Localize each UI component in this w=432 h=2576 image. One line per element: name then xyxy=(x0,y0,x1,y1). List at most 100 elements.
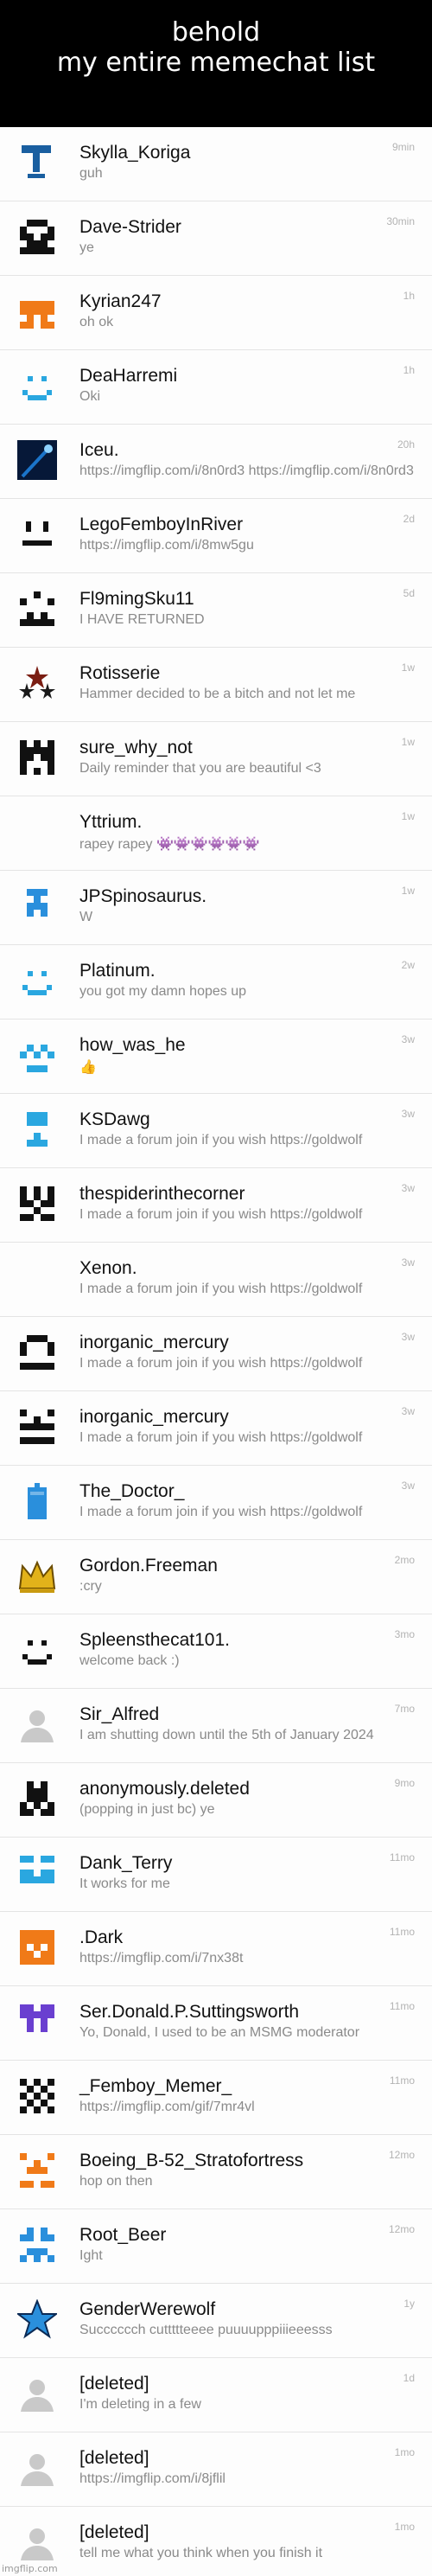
chat-last-message: ye xyxy=(79,240,94,255)
chat-row[interactable]: inorganic_mercury I made a forum join if … xyxy=(0,1317,432,1391)
identicon xyxy=(17,1109,57,1149)
chat-username: [deleted] xyxy=(79,2448,149,2468)
chat-row[interactable]: Dave-Strider ye 30min xyxy=(0,201,432,276)
chat-username: Root_Beer xyxy=(79,2225,167,2245)
chat-last-message: https://imgflip.com/i/7nx38t xyxy=(79,1951,244,1966)
identicon xyxy=(17,1184,57,1224)
chat-timestamp: 12mo xyxy=(388,2149,415,2161)
chat-row[interactable]: Yttrium. rapey rapey 👾👾👾👾👾👾 1w xyxy=(0,796,432,871)
chat-last-message: tell me what you think when you finish i… xyxy=(79,2546,323,2560)
chat-last-message: oh ok xyxy=(79,315,114,329)
chat-row[interactable]: Dank_Terry It works for me 11mo xyxy=(0,1838,432,1912)
chat-row[interactable]: Spleensthecat101. welcome back :) 3mo xyxy=(0,1614,432,1689)
identicon xyxy=(17,738,57,777)
chat-timestamp: 3w xyxy=(401,1405,415,1417)
chat-username: Fl9mingSku11 xyxy=(79,589,194,609)
chat-row[interactable]: LegoFemboyInRiver https://imgflip.com/i/8… xyxy=(0,499,432,573)
chat-row[interactable]: GenderWerewolf Succcccch cuttttteeee puuu… xyxy=(0,2284,432,2358)
chat-last-message: Yo, Donald, I used to be an MSMG moderat… xyxy=(79,2025,360,2040)
chat-row[interactable]: how_was_he 👍 3w xyxy=(0,1020,432,1094)
chat-last-message: Succcccch cuttttteeee puuuupppiiieeesss xyxy=(79,2323,333,2337)
chat-timestamp: 30min xyxy=(386,215,415,227)
chat-row[interactable]: thespiderinthecorner I made a forum join … xyxy=(0,1168,432,1243)
identicon xyxy=(17,217,57,257)
chat-last-message: :cry xyxy=(79,1579,102,1594)
chat-timestamp: 1h xyxy=(403,364,415,376)
chat-last-message: https://imgflip.com/i/8mw5gu xyxy=(79,538,254,553)
chat-last-message: I made a forum join if you wish https://… xyxy=(79,1505,363,1519)
chat-row[interactable]: Boeing_B-52_Stratofortresshop on then 12m… xyxy=(0,2135,432,2209)
chat-row[interactable]: Fl9mingSku11 I HAVE RETURNED 5d xyxy=(0,573,432,648)
chat-row[interactable]: Iceu. https://imgflip.com/i/8n0rd3 https:… xyxy=(0,425,432,499)
face-icon xyxy=(17,515,57,554)
chat-username: Dave-Strider xyxy=(79,217,181,237)
chat-username: Platinum. xyxy=(79,961,156,981)
chat-timestamp: 11mo xyxy=(389,2000,415,2012)
chat-timestamp: 1w xyxy=(401,885,415,897)
chat-username: Xenon. xyxy=(79,1258,137,1278)
chat-row[interactable]: Skylla_Koriga guh 9min xyxy=(0,127,432,201)
chat-row[interactable]: KSDawg I made a forum join if you wish ht… xyxy=(0,1094,432,1168)
chat-timestamp: 1h xyxy=(403,290,415,302)
chat-row[interactable]: Gordon.Freeman :cry 2mo xyxy=(0,1540,432,1614)
chat-row[interactable]: Ser.Donald.P.Suttingsworth Yo, Donald, I … xyxy=(0,1986,432,2061)
chat-row[interactable]: DeaHarremi Oki 1h xyxy=(0,350,432,425)
chat-last-message: I HAVE RETURNED xyxy=(79,612,205,627)
chat-timestamp: 3w xyxy=(401,1182,415,1194)
chat-row[interactable]: Root_Beer Ight 12mo xyxy=(0,2209,432,2284)
chat-username: GenderWerewolf xyxy=(79,2299,216,2319)
chat-row[interactable]: Rotisserie Hammer decided to be a bitch a… xyxy=(0,648,432,722)
chat-username: [deleted] xyxy=(79,2374,149,2394)
chat-timestamp: 5d xyxy=(403,587,415,599)
chat-row[interactable]: [deleted] I'm deleting in a few 1d xyxy=(0,2358,432,2432)
identicon xyxy=(17,589,57,629)
smile-icon xyxy=(17,961,57,1000)
identicon xyxy=(17,1927,57,1967)
checker-icon xyxy=(17,2076,57,2116)
chat-username: Skylla_Koriga xyxy=(79,143,191,163)
chat-username: Spleensthecat101. xyxy=(79,1630,230,1650)
chat-timestamp: 11mo xyxy=(389,1851,415,1863)
chat-row[interactable]: [deleted] https://imgflip.com/i/8jflil 1mo xyxy=(0,2432,432,2507)
identicon xyxy=(17,1779,57,1819)
chat-row[interactable]: inorganic_mercury I made a forum join if … xyxy=(0,1391,432,1466)
tardis-icon xyxy=(17,1481,57,1521)
avatar xyxy=(17,1258,57,1298)
chat-timestamp: 1w xyxy=(401,810,415,822)
chat-row[interactable]: .Dark https://imgflip.com/i/7nx38t 11mo xyxy=(0,1912,432,1986)
chat-row[interactable]: _Femboy_Memer_ https://imgflip.com/gif/7m… xyxy=(0,2061,432,2135)
chat-row[interactable]: anonymously.deleted (popping in just bc) … xyxy=(0,1763,432,1838)
chat-timestamp: 3w xyxy=(401,1256,415,1269)
chat-row[interactable]: [deleted] tell me what you think when you… xyxy=(0,2507,432,2576)
chat-last-message: guh xyxy=(79,166,103,181)
chat-row[interactable]: JPSpinosaurus. W 1w xyxy=(0,871,432,945)
chat-username: KSDawg xyxy=(79,1109,150,1129)
identicon xyxy=(17,291,57,331)
chat-timestamp: 1w xyxy=(401,662,415,674)
hammer-icon xyxy=(17,143,57,182)
identicon xyxy=(17,1035,57,1075)
chat-username: .Dark xyxy=(79,1927,124,1947)
chat-username: thespiderinthecorner xyxy=(79,1184,245,1204)
chat-row[interactable]: sure_why_not Daily reminder that you are … xyxy=(0,722,432,796)
chat-timestamp: 9mo xyxy=(394,1777,415,1789)
chat-username: Boeing_B-52_Stratofortress xyxy=(79,2151,304,2170)
chat-last-message: W xyxy=(79,910,93,924)
chat-last-message: Hammer decided to be a bitch and not let… xyxy=(79,687,356,701)
chat-last-message: I am shutting down until the 5th of Janu… xyxy=(79,1728,374,1742)
chat-row[interactable]: Xenon. I made a forum join if you wish ht… xyxy=(0,1243,432,1317)
chat-row[interactable]: Kyrian247 oh ok 1h xyxy=(0,276,432,350)
chat-row[interactable]: Platinum. you got my damn hopes up 2w xyxy=(0,945,432,1020)
chat-timestamp: 1y xyxy=(403,2298,415,2310)
chat-row[interactable]: The_Doctor_ I made a forum join if you wi… xyxy=(0,1466,432,1540)
chat-last-message: hop on then xyxy=(79,2174,153,2189)
chat-last-message: rapey rapey 👾👾👾👾👾👾 xyxy=(79,837,260,852)
chat-username: JPSpinosaurus. xyxy=(79,886,207,906)
chat-username: how_was_he xyxy=(79,1035,186,1055)
chat-timestamp: 2mo xyxy=(394,1554,415,1566)
chat-username: Gordon.Freeman xyxy=(79,1556,218,1576)
chat-last-message: Oki xyxy=(79,389,100,404)
chat-row[interactable]: Sir_Alfred I am shutting down until the 5… xyxy=(0,1689,432,1763)
chat-timestamp: 1mo xyxy=(394,2521,415,2533)
chat-last-message: https://imgflip.com/gif/7mr4vl xyxy=(79,2100,255,2114)
